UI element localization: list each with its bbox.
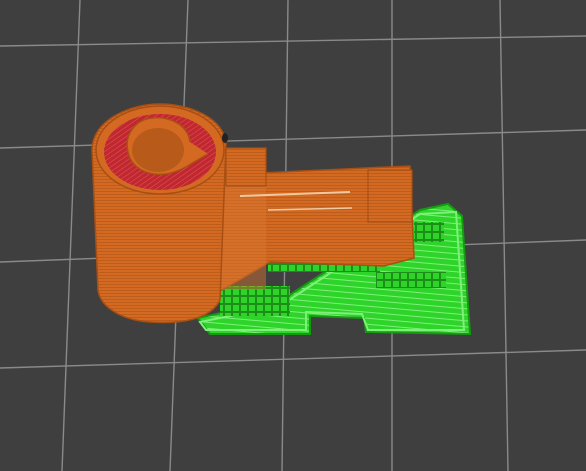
viewport-canvas[interactable]: [0, 0, 586, 471]
model-cylinder: [91, 103, 228, 324]
print-preview-viewport[interactable]: [0, 0, 586, 471]
